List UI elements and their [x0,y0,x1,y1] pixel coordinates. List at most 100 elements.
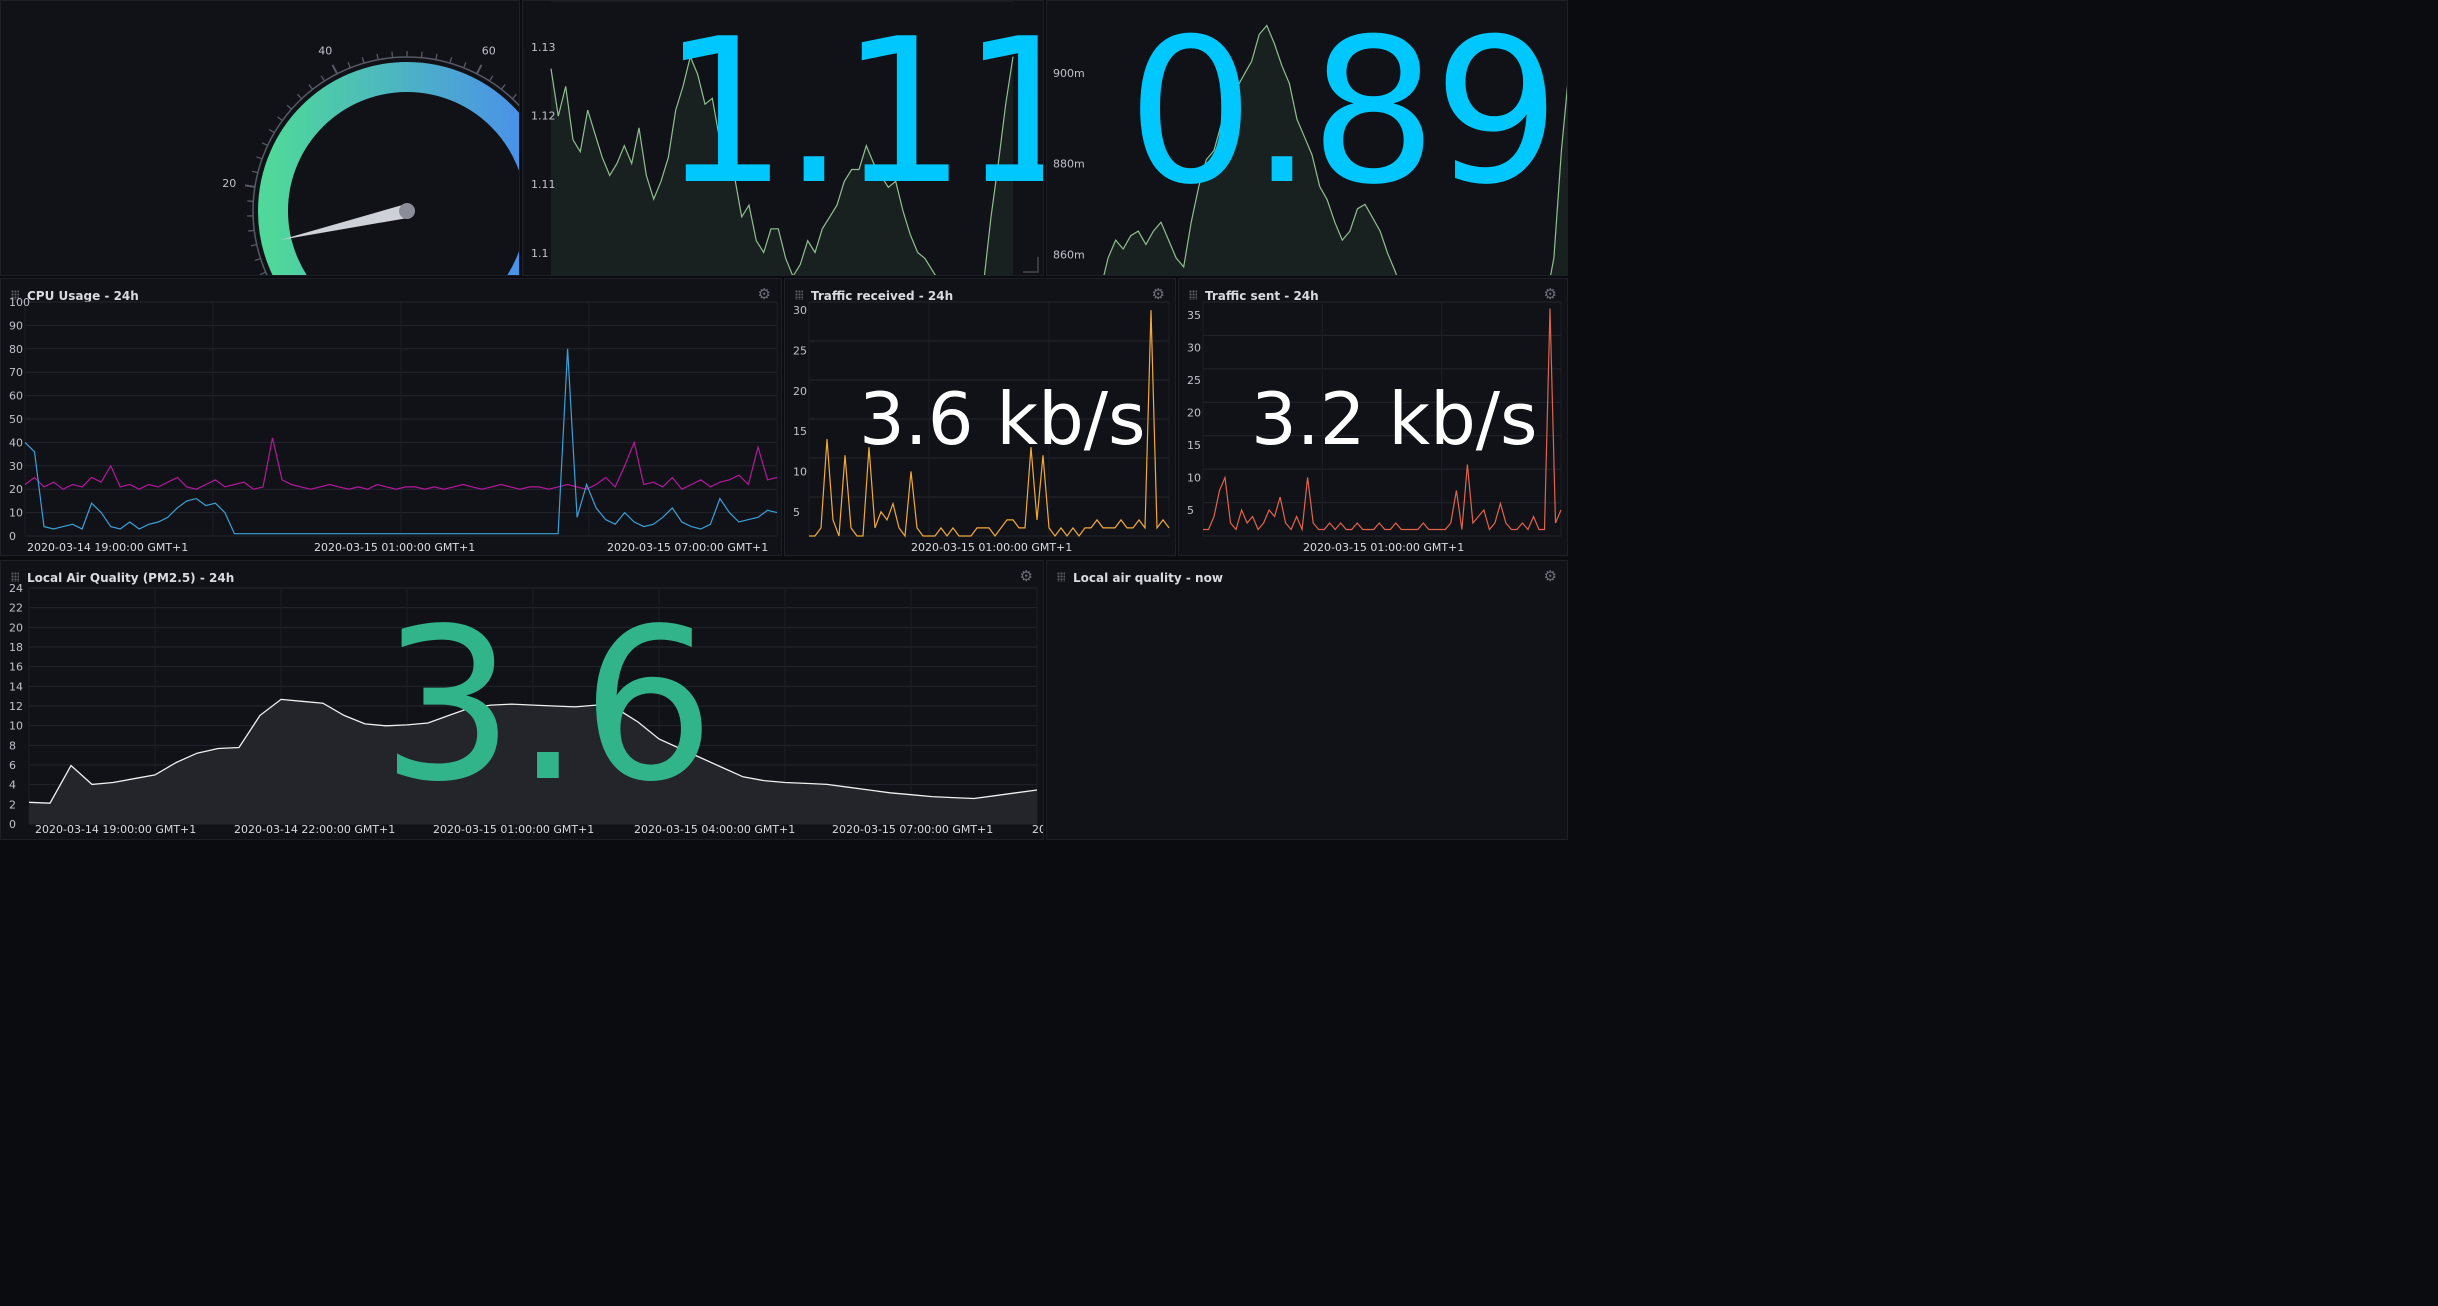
y-tick-label: 2 [9,798,16,811]
y-tick-label: 20 [9,483,23,496]
y-tick-label: 24 [9,582,23,595]
cpu-usage-panel[interactable]: CPU Usage - 24h ⚙ 0 10 20 30 40 50 60 70 80 90 100… [0,278,782,556]
stat-value-big: 3.6 [381,583,715,828]
y-tick-label: 40 [9,436,23,449]
stat-value-big: 3.2 kb/s [1251,377,1538,461]
y-tick-label: 1.1 [531,247,549,260]
x-tick-label: 2020-03-15 01:00:00 GMT+1 [1303,541,1464,554]
y-tick-label: 20 [9,621,23,634]
gauge-tick [347,61,351,69]
y-tick-label: 10 [9,507,23,520]
cpu-usage-chart: 0 10 20 30 40 50 60 70 80 90 100 2020-03-14 19:00:0… [9,296,778,554]
gauge-tick-label: 20 [222,177,236,190]
y-tick-label: 20 [793,385,807,398]
y-tick-label: 30 [9,460,23,473]
gauge-cpu: 0.02040608010011.9 [222,45,519,275]
x-tick-label: 2020-03-15 10:00:00 GMT+1 [1032,823,1044,836]
gauge-tick [296,93,303,100]
y-tick-label: 14 [9,680,23,693]
traffic-received-panel[interactable]: Traffic received - 24h ⚙ 5 10 15 20 25 30 2020… [784,278,1176,556]
air-quality-now-panel[interactable]: Local air quality - now ⚙ 0.05101520253.… [1046,560,1568,840]
x-tick-label: 2020-03-15 07:00:00 GMT+1 [607,541,768,554]
gauge-tick [331,64,338,75]
x-tick-label: 2020-03-14 19:00:00 GMT+1 [27,541,188,554]
gauge-tick [361,57,365,64]
y-tick-label: 70 [9,366,23,379]
y-tick-label: 1.11 [531,178,556,191]
y-tick-label: 25 [1187,374,1201,387]
stat-value-big: 1.11 [661,0,1044,229]
y-tick-label: 10 [793,465,807,478]
gauge-needle [280,204,409,240]
gauge-tick [259,271,266,275]
y-tick-label: 25 [793,344,807,357]
y-tick-label: 20 [1187,407,1201,420]
gauge-tick [244,184,256,188]
y-tick-label: 4 [9,779,16,792]
gauge-tick [511,93,518,100]
gauge-tick [420,51,423,58]
gauge-tick [376,53,379,60]
y-tick-label: 100 [9,296,30,309]
gauge-tick [256,156,263,160]
gauge-tick [463,61,467,69]
gauge-tick [251,170,258,174]
stat-value-big: 3.6 kb/s [859,377,1146,461]
stat-panel-0-89[interactable]: 840m860m880m900m019-04-01 02:00:00 GMT+2… [1046,0,1568,276]
gauge-hub [399,203,415,219]
gauge-tick [268,128,275,134]
y-tick-label: 15 [793,425,807,438]
y-tick-label: 880m [1053,158,1085,171]
gauge-tick [277,116,283,122]
gauge-tick [286,104,292,110]
x-tick-label: 2020-03-14 19:00:00 GMT+1 [35,823,196,836]
gauge-arc [258,62,519,275]
traffic-sent-panel[interactable]: Traffic sent - 24h ⚙ 5 10 15 20 25 30 35 2020-0… [1178,278,1568,556]
gauge-tick [391,51,394,58]
gauge-tick [261,142,268,147]
y-tick-label: 0 [9,530,16,543]
y-tick-label: 16 [9,661,23,674]
gauge-tick-label: 40 [318,45,332,58]
y-tick-label: 60 [9,390,23,403]
y-tick-label: 1.12 [531,110,556,123]
y-tick-label: 80 [9,343,23,356]
gauge-tick [435,53,438,60]
y-tick-label: 90 [9,319,23,332]
air-quality-24h-panel[interactable]: Local Air Quality (PM2.5) - 24h ⚙ 024681… [0,560,1044,840]
gauge-tick [308,84,314,90]
gauge-tick [449,57,453,64]
y-tick-label: 5 [793,506,800,519]
y-tick-label: 15 [1187,439,1201,452]
gauge-panel-cpu[interactable]: 0.02040608010011.9 [0,0,520,276]
y-tick-label: 30 [793,304,807,317]
y-tick-label: 1.13 [531,41,556,54]
x-tick-label: 2020-03-14 22:00:00 GMT+1 [234,823,395,836]
y-tick-label: 30 [1187,342,1201,355]
gauge-air-quality: 0.05101520253.6 [1047,561,1568,840]
gauge-tick [488,75,494,82]
gauge-tick [250,243,257,247]
y-tick-label: 22 [9,602,23,615]
gauge-tick [476,64,483,75]
y-tick-label: 8 [9,739,16,752]
x-tick-label: 2020-03-15 07:00:00 GMT+1 [832,823,993,836]
y-tick-label: 6 [9,759,16,772]
gauge-tick [500,84,506,90]
y-tick-label: 860m [1053,248,1085,261]
y-tick-label: 18 [9,641,23,654]
gauge-tick [248,229,255,232]
gauge-tick-label: 60 [482,45,496,58]
y-tick-label: 900m [1053,67,1085,80]
y-tick-label: 10 [9,720,23,733]
resize-handle-icon[interactable] [1023,257,1039,273]
y-tick-label: 10 [1187,472,1201,485]
x-tick-label: 2020-03-15 01:00:00 GMT+1 [911,541,1072,554]
stat-value-big: 0.89 [1127,0,1560,229]
stat-panel-1-11[interactable]: 1.081.091.11.111.121.1319-04-01 02:00:00… [522,0,1044,276]
y-tick-label: 0 [9,818,16,831]
y-tick-label: 50 [9,413,23,426]
gauge-tick [320,75,326,82]
gauge-tick [254,257,261,262]
y-tick-label: 5 [1187,504,1194,517]
